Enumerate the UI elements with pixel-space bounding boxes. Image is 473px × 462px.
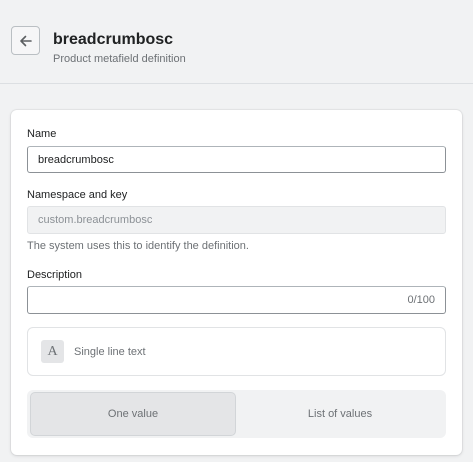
namespace-key-help: The system uses this to identify the def… — [27, 240, 249, 252]
value-count-toggle: One value List of values — [27, 390, 446, 438]
arrow-left-icon — [19, 35, 32, 46]
page-title: breadcrumbosc — [53, 31, 174, 48]
namespace-key-label: Namespace and key — [27, 189, 128, 201]
definition-card: Name breadcrumbosc Namespace and key cus… — [11, 110, 462, 455]
character-counter: 0/100 — [407, 294, 435, 306]
namespace-key-input: custom.breadcrumbosc — [27, 206, 446, 234]
list-of-values-option[interactable]: List of values — [238, 393, 442, 435]
name-input[interactable]: breadcrumbosc — [27, 146, 446, 173]
text-type-icon: A — [41, 340, 64, 363]
description-label: Description — [27, 269, 83, 281]
one-value-option[interactable]: One value — [31, 393, 235, 435]
back-button[interactable] — [11, 26, 40, 55]
page-subtitle: Product metafield definition — [53, 53, 186, 65]
description-input[interactable]: 0/100 — [27, 286, 446, 314]
type-label: Single line text — [74, 345, 146, 358]
type-selector[interactable]: A Single line text — [27, 327, 446, 376]
page-header: breadcrumbosc Product metafield definiti… — [0, 0, 473, 84]
name-label: Name — [27, 128, 57, 140]
